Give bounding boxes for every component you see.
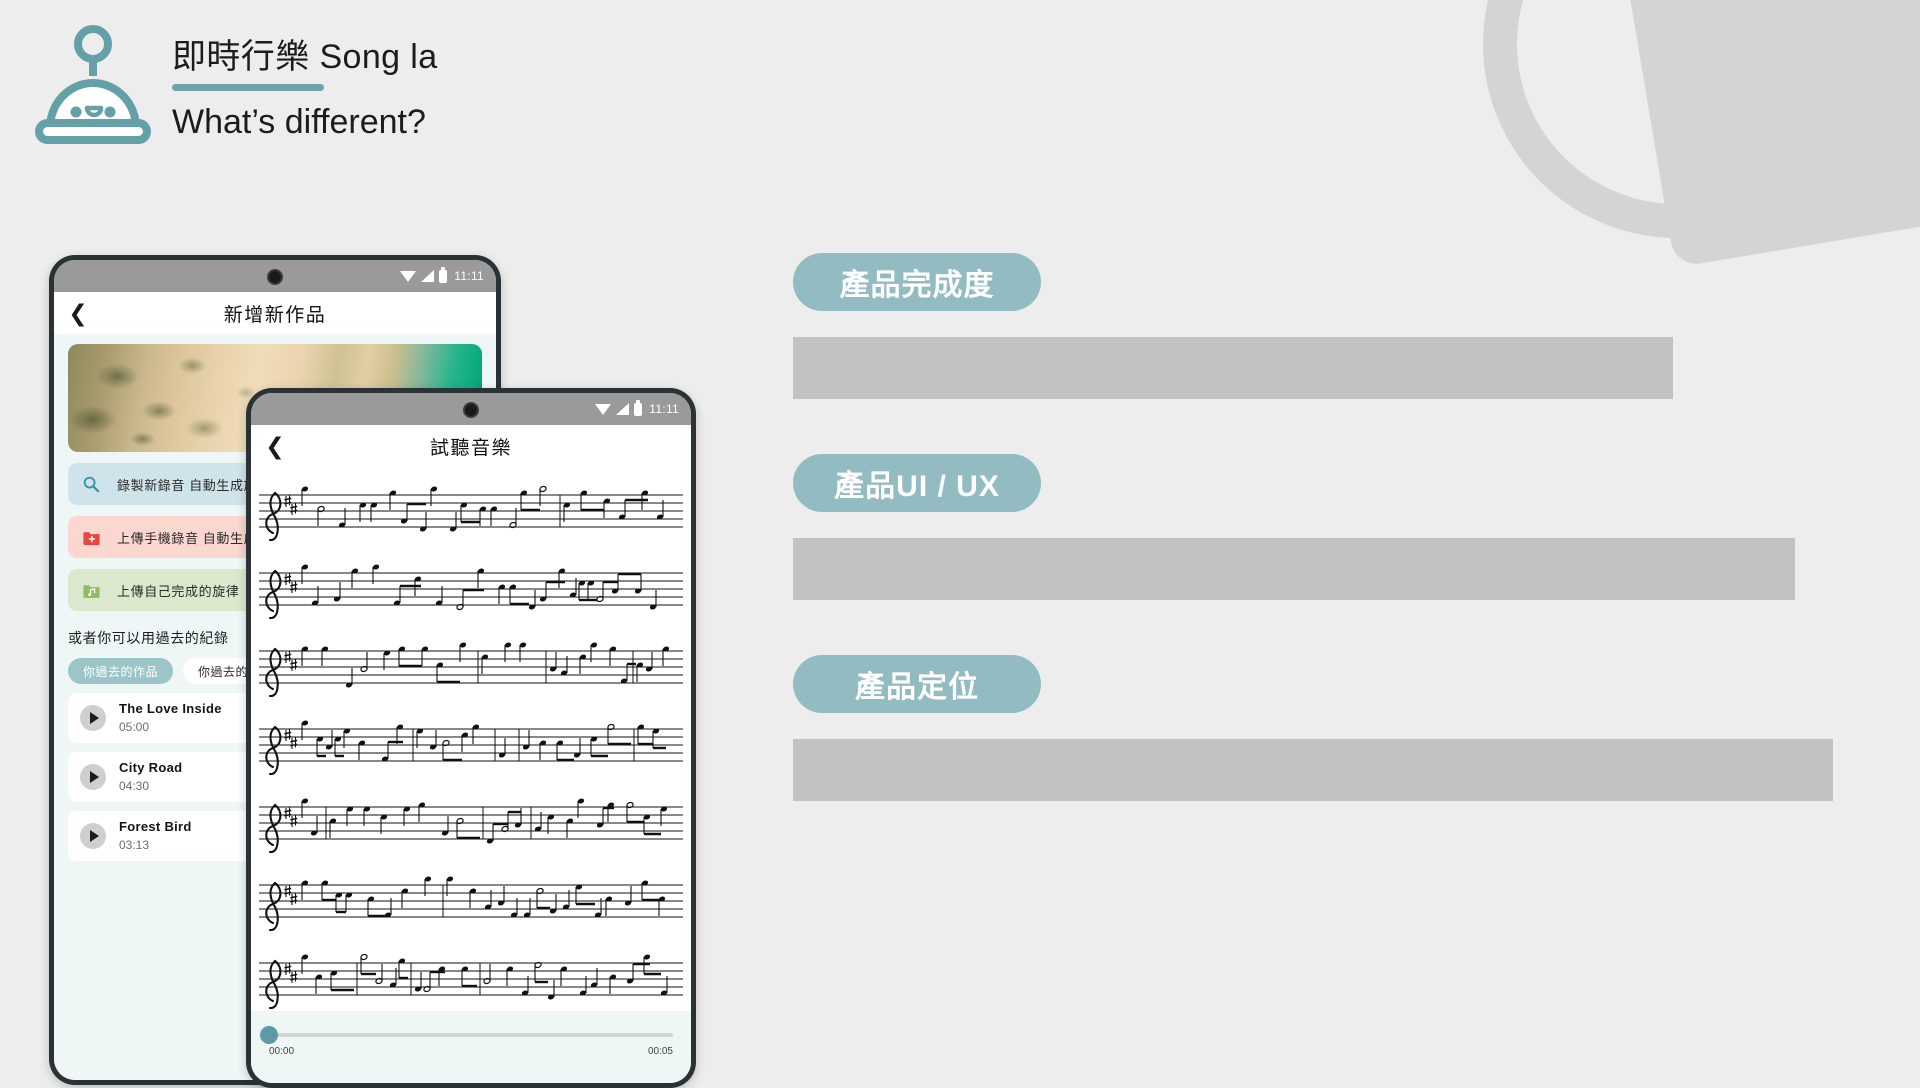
- song-title: The Love Inside: [119, 701, 222, 716]
- tab-past-works[interactable]: 你過去的作品: [68, 658, 174, 684]
- music-folder-green-icon: [83, 584, 100, 598]
- sections-column: 產品完成度 產品UI / UX 產品定位: [793, 253, 1853, 801]
- battery-icon: [634, 399, 643, 416]
- wifi-icon: [595, 403, 612, 415]
- song-title: Forest Bird: [119, 819, 192, 834]
- title-underline: [172, 84, 324, 91]
- song-duration: 05:00: [119, 720, 150, 734]
- status-time: 11:11: [454, 269, 484, 283]
- app-bar-title: 試聽音樂: [429, 437, 512, 459]
- page-header: 即時行樂 Song la What’s different?: [34, 24, 438, 144]
- upload-folder-red-icon: [83, 531, 100, 545]
- signal-icon: [421, 270, 435, 282]
- song-duration: 03:13: [119, 838, 150, 852]
- app-bar: ❮ 新增新作品: [54, 292, 496, 334]
- play-icon[interactable]: [80, 764, 106, 790]
- robot-bell-mascot-icon: [35, 25, 151, 144]
- song-title: City Road: [119, 760, 183, 775]
- power-button[interactable]: [693, 673, 696, 761]
- front-camera-dot-icon: [463, 402, 479, 418]
- section-placeholder-bar: [793, 739, 1833, 801]
- decorative-ring-shape: [1483, 0, 1871, 238]
- musical-staff-notation: [251, 467, 691, 1011]
- song-duration: 04:30: [119, 779, 150, 793]
- progress-slider[interactable]: [260, 1026, 673, 1044]
- status-icons: 11:11: [595, 399, 679, 416]
- total-time: 00:05: [647, 1046, 673, 1057]
- phone-mockup-preview-music: 11:11 ❮ 試聽音樂 00:00 00:05: [246, 388, 696, 1088]
- section-placeholder-bar: [793, 337, 1673, 399]
- page-title: 即時行樂 Song la: [172, 38, 438, 76]
- section-pill-label[interactable]: 產品完成度: [793, 253, 1041, 311]
- section-product-completion: 產品完成度: [793, 253, 1853, 399]
- section-product-positioning: 產品定位: [793, 655, 1853, 801]
- time-row: 00:00 00:05: [269, 1046, 673, 1057]
- front-camera-dot-icon: [267, 269, 283, 285]
- volume-button[interactable]: [693, 588, 696, 642]
- app-bar: ❮ 試聽音樂: [251, 425, 691, 467]
- section-product-uiux: 產品UI / UX: [793, 454, 1853, 600]
- battery-icon: [439, 266, 448, 283]
- status-bar: 11:11: [54, 260, 496, 292]
- section-placeholder-bar: [793, 538, 1795, 600]
- play-icon[interactable]: [80, 823, 106, 849]
- audio-player-bar: 00:00 00:05: [251, 1011, 691, 1083]
- phone-screen: 11:11 ❮ 試聽音樂 00:00 00:05: [251, 393, 691, 1083]
- microphone-search-icon: [83, 476, 100, 492]
- signal-icon: [616, 403, 630, 415]
- preview-music-content: 00:00 00:05: [251, 467, 691, 1083]
- status-icons: 11:11: [400, 266, 484, 283]
- status-bar: 11:11: [251, 393, 691, 425]
- progress-thumb[interactable]: [260, 1026, 278, 1044]
- section-pill-label[interactable]: 產品UI / UX: [793, 454, 1041, 512]
- action-label: 上傳自己完成的旋律: [117, 583, 240, 599]
- decorative-rounded-square-shape: [1624, 0, 1920, 268]
- app-bar-title: 新增新作品: [223, 304, 327, 326]
- status-time: 11:11: [649, 402, 679, 416]
- section-pill-label[interactable]: 產品定位: [793, 655, 1041, 713]
- wifi-icon: [400, 270, 417, 282]
- play-icon[interactable]: [80, 705, 106, 731]
- current-time: 00:00: [269, 1046, 295, 1057]
- page-subtitle: What’s different?: [172, 103, 426, 141]
